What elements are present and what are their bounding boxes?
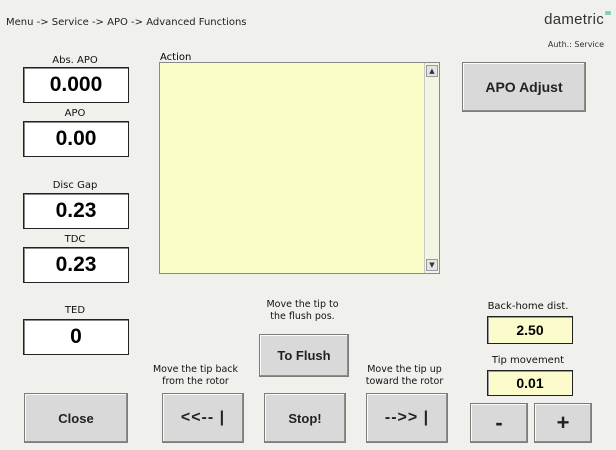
back-home-label: Back-home dist.	[487, 301, 569, 312]
scroll-up-icon[interactable]: ▲	[426, 65, 438, 77]
apo-label: APO	[64, 108, 86, 119]
up-hint-line1: Move the tip up	[367, 364, 442, 375]
back-home-value[interactable]: 2.50	[487, 316, 573, 344]
breadcrumb: Menu -> Service -> APO -> Advanced Funct…	[6, 17, 247, 28]
abs-apo-label: Abs. APO	[52, 55, 98, 66]
stop-button[interactable]: Stop!	[264, 393, 346, 443]
plus-button[interactable]: +	[534, 403, 592, 443]
to-flush-hint-line1: Move the tip to	[266, 299, 339, 310]
close-button[interactable]: Close	[24, 393, 128, 443]
tdc-label: TDC	[64, 234, 86, 245]
auth-level: Auth.: Service	[547, 40, 604, 49]
apo-adjust-button[interactable]: APO Adjust	[462, 62, 586, 112]
disc-gap-value: 0.23	[23, 193, 129, 229]
scroll-down-icon[interactable]: ▼	[426, 259, 438, 271]
back-hint-line2: from the rotor	[162, 376, 229, 387]
ted-label: TED	[64, 305, 86, 316]
brand-accent-icon	[605, 11, 611, 15]
action-scrollbar[interactable]: ▲ ▼	[424, 63, 439, 273]
up-hint: Move the tip up toward the rotor	[352, 364, 457, 388]
move-forward-button[interactable]: -->> |	[366, 393, 448, 443]
to-flush-button[interactable]: To Flush	[259, 334, 349, 377]
tdc-value: 0.23	[23, 247, 129, 283]
tip-movement-label: Tip movement	[491, 355, 565, 366]
ted-value: 0	[23, 319, 129, 355]
disc-gap-label: Disc Gap	[52, 180, 98, 191]
back-hint-line1: Move the tip back	[152, 364, 239, 375]
apo-value: 0.00	[23, 121, 129, 157]
abs-apo-value: 0.000	[23, 67, 129, 103]
brand-logo: dametric	[544, 11, 611, 28]
to-flush-hint-line2: the flush pos.	[270, 311, 335, 322]
action-textarea[interactable]: ▲ ▼	[159, 62, 440, 274]
tip-movement-value[interactable]: 0.01	[487, 370, 573, 396]
to-flush-hint: Move the tip to the flush pos.	[250, 299, 355, 323]
back-hint: Move the tip back from the rotor	[143, 364, 248, 388]
brand-name: dametric	[544, 11, 604, 28]
move-back-button[interactable]: <<-- |	[162, 393, 244, 443]
minus-button[interactable]: -	[470, 403, 528, 443]
up-hint-line2: toward the rotor	[365, 376, 444, 387]
